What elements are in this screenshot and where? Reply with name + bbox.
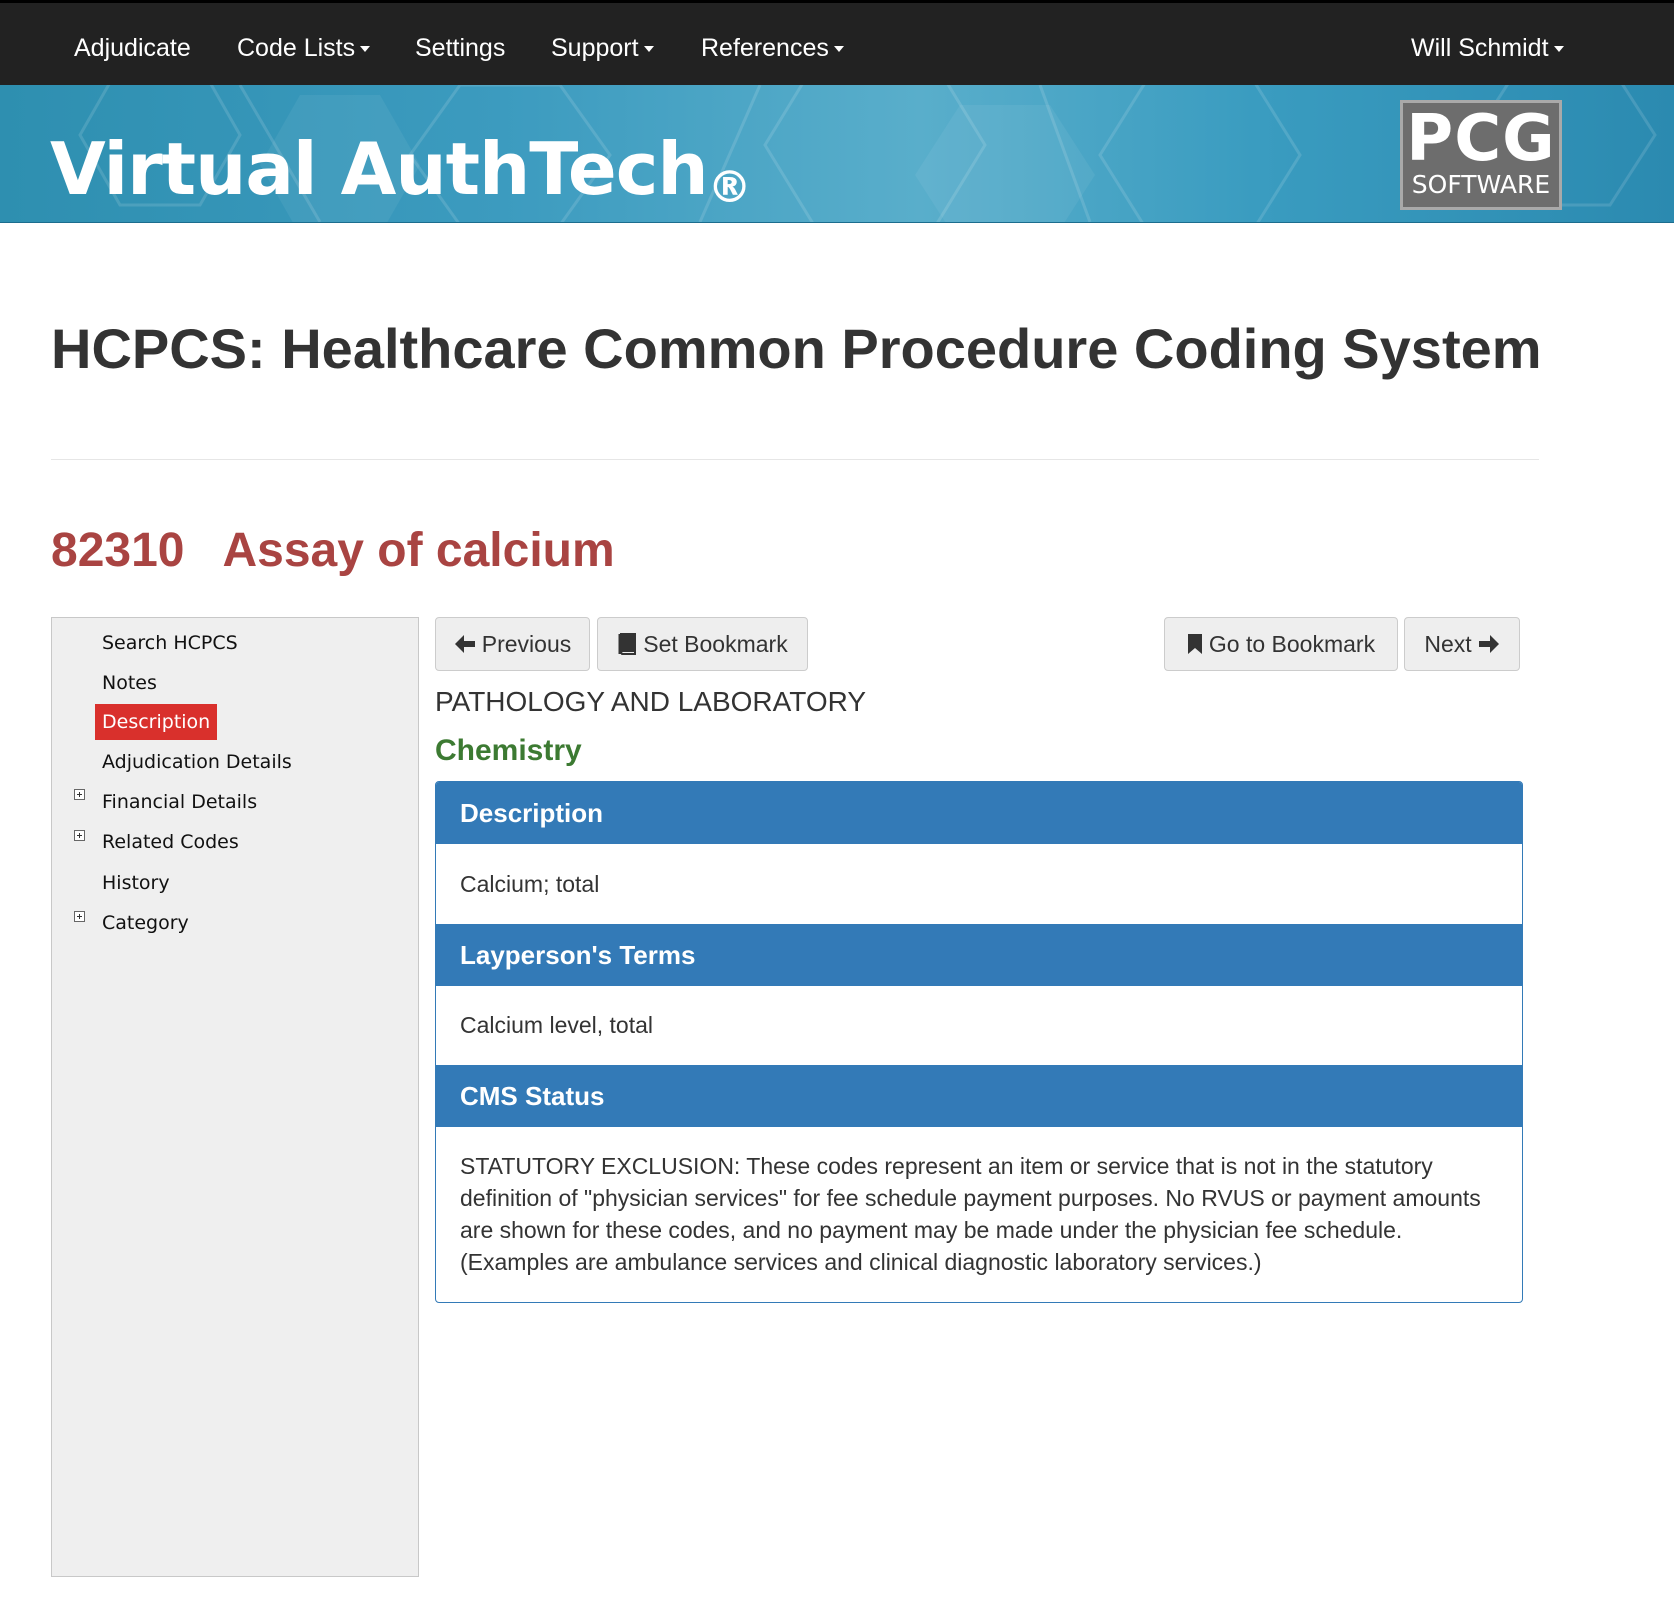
nav-references[interactable]: References bbox=[701, 31, 844, 65]
title-divider bbox=[51, 459, 1539, 460]
previous-button[interactable]: Previous bbox=[435, 617, 590, 671]
panel-heading-description: Description bbox=[436, 782, 1522, 844]
brand-logo-text: Virtual AuthTech® bbox=[50, 127, 752, 213]
code-number: 82310 bbox=[51, 524, 185, 577]
caret-down-icon bbox=[833, 46, 844, 53]
nav-adjudicate[interactable]: Adjudicate bbox=[74, 31, 191, 65]
code-heading: 82310 Assay of calcium bbox=[51, 520, 615, 582]
arrow-right-icon bbox=[1478, 635, 1499, 653]
page-title: HCPCS: Healthcare Common Procedure Codin… bbox=[51, 317, 1542, 380]
panel-body-description: Calcium; total bbox=[460, 871, 600, 897]
bookmark-icon bbox=[1187, 634, 1202, 654]
sidebar-item-adjudication-details[interactable]: Adjudication Details bbox=[95, 744, 299, 780]
nav-settings[interactable]: Settings bbox=[415, 31, 505, 65]
arrow-left-icon bbox=[454, 635, 475, 653]
expand-plus-icon[interactable] bbox=[74, 830, 85, 841]
code-name: Assay of calcium bbox=[222, 524, 615, 577]
section-heading: PATHOLOGY AND LABORATORY bbox=[435, 686, 867, 717]
nav-user-menu[interactable]: Will Schmidt bbox=[1411, 31, 1564, 65]
sidebar-item-category[interactable]: Category bbox=[95, 905, 196, 941]
app-banner: Virtual AuthTech® PCG SOFTWARE bbox=[0, 85, 1674, 223]
subsection-heading: Chemistry bbox=[435, 734, 582, 767]
pcg-software-logo: PCG SOFTWARE bbox=[1400, 100, 1562, 210]
go-to-bookmark-button[interactable]: Go to Bookmark bbox=[1164, 617, 1398, 671]
sidebar-item-history[interactable]: History bbox=[95, 865, 177, 901]
sidebar-item-related-codes[interactable]: Related Codes bbox=[95, 824, 246, 860]
top-navbar: Adjudicate Code Lists Settings Support R… bbox=[0, 0, 1674, 85]
sidebar-item-search-hcpcs[interactable]: Search HCPCS bbox=[95, 625, 245, 661]
panel-heading-cms-status: CMS Status bbox=[436, 1065, 1522, 1127]
sidebar-nav: Search HCPCS Notes Description Adjudicat… bbox=[51, 617, 419, 1577]
sidebar-item-description[interactable]: Description bbox=[95, 704, 218, 740]
set-bookmark-button[interactable]: Set Bookmark bbox=[597, 617, 808, 671]
book-icon bbox=[618, 633, 637, 655]
caret-down-icon bbox=[643, 46, 654, 53]
caret-down-icon bbox=[360, 46, 371, 53]
sidebar-item-notes[interactable]: Notes bbox=[95, 665, 164, 701]
panel-body-laypersons-terms: Calcium level, total bbox=[460, 1012, 654, 1038]
nav-support[interactable]: Support bbox=[551, 31, 654, 65]
caret-down-icon bbox=[1553, 46, 1564, 53]
sidebar-item-financial-details[interactable]: Financial Details bbox=[95, 784, 264, 820]
panel-heading-laypersons-terms: Layperson's Terms bbox=[436, 924, 1522, 986]
next-button[interactable]: Next bbox=[1404, 617, 1520, 671]
expand-plus-icon[interactable] bbox=[74, 911, 85, 922]
expand-plus-icon[interactable] bbox=[74, 789, 85, 800]
nav-code-lists[interactable]: Code Lists bbox=[237, 31, 371, 65]
panel-body-cms-status: STATUTORY EXCLUSION: These codes represe… bbox=[460, 1153, 1481, 1275]
details-panel-group: Description Calcium; total Layperson's T… bbox=[435, 781, 1523, 1303]
